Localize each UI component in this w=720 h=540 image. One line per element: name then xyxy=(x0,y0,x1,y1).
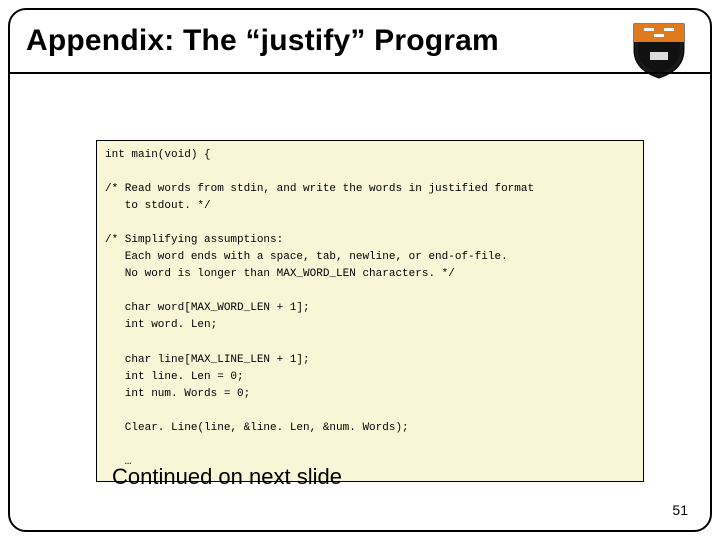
shield-crest-icon xyxy=(630,20,688,80)
code-listing: int main(void) { /* Read words from stdi… xyxy=(96,140,644,482)
page-number: 51 xyxy=(672,502,688,518)
continued-note: Continued on next slide xyxy=(112,464,342,490)
title-divider xyxy=(10,72,710,74)
slide-frame: Appendix: The “justify” Program int main… xyxy=(8,8,712,532)
slide-title: Appendix: The “justify” Program xyxy=(26,24,499,58)
